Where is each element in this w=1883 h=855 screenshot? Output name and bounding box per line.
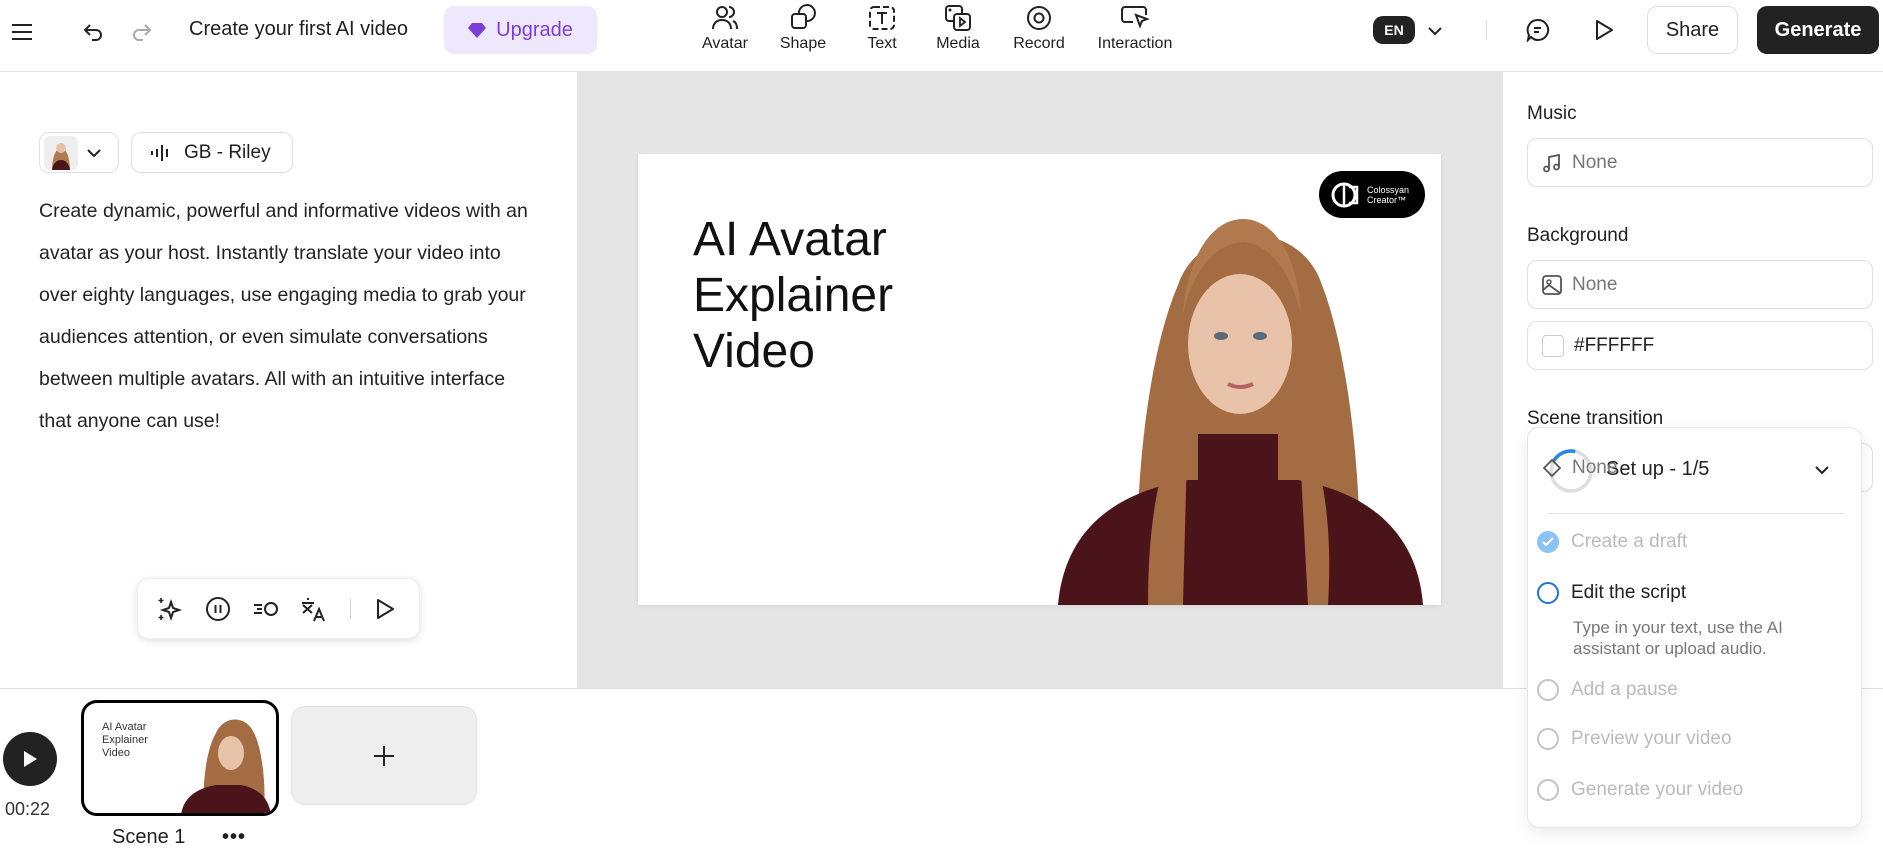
step-description: Type in your text, use the AI assistant … (1573, 617, 1853, 659)
slide-preview[interactable]: AI Avatar Explainer Video Colossyan Crea… (638, 154, 1441, 605)
radio-icon (1537, 679, 1559, 701)
chevron-down-icon[interactable] (1422, 18, 1448, 44)
slide-title-line: Explainer (693, 268, 893, 324)
divider (1547, 513, 1845, 514)
slide-title-line: AI Avatar (693, 212, 893, 268)
translate-icon[interactable] (300, 595, 328, 623)
radio-icon (1537, 779, 1559, 801)
check-icon (1537, 531, 1559, 553)
radio-icon (1537, 728, 1559, 750)
tool-shape[interactable]: Shape (758, 4, 848, 66)
record-icon (1025, 4, 1053, 32)
tool-label: Media (936, 35, 980, 53)
voice-label: GB - Riley (184, 142, 271, 164)
undo-icon[interactable] (80, 18, 108, 46)
preview-play-icon[interactable] (1590, 16, 1618, 44)
step-label: Generate your video (1571, 779, 1743, 801)
play-script-icon[interactable] (371, 595, 399, 623)
thumb-line: AI Avatar (102, 721, 148, 734)
tool-avatar[interactable]: Avatar (680, 4, 770, 66)
pause-icon[interactable] (204, 595, 232, 623)
setup-title: Set up - 1/5 (1606, 458, 1709, 481)
slide-title-line: Video (693, 324, 893, 380)
play-all-button[interactable] (3, 732, 57, 786)
transition-value: None (1572, 457, 1617, 479)
avatar-icon (711, 4, 739, 32)
voice-selector[interactable]: GB - Riley (131, 132, 293, 173)
upgrade-button[interactable]: Upgrade (444, 6, 597, 54)
music-icon (1542, 153, 1562, 173)
shape-icon (789, 4, 817, 32)
step-label: Add a pause (1571, 679, 1678, 701)
chevron-down-icon (86, 148, 102, 158)
music-label: Music (1527, 103, 1577, 125)
thumb-line: Video (102, 747, 148, 760)
play-icon (21, 749, 39, 769)
divider (1486, 20, 1487, 40)
script-text[interactable]: Create dynamic, powerful and informative… (39, 190, 529, 442)
text-icon (868, 4, 896, 32)
thumb-line: Explainer (102, 734, 148, 747)
collapse-chevron-icon[interactable] (1810, 458, 1834, 482)
upgrade-label: Upgrade (496, 19, 573, 42)
tool-record[interactable]: Record (994, 4, 1084, 66)
tool-interaction[interactable]: Interaction (1090, 4, 1180, 66)
background-value: None (1572, 274, 1617, 296)
step-label: Create a draft (1571, 531, 1687, 553)
tool-label: Interaction (1098, 35, 1173, 53)
scene-label: Scene 1 (112, 826, 185, 849)
tool-label: Text (867, 35, 896, 53)
generate-button[interactable]: Generate (1757, 6, 1879, 54)
step-label: Edit the script (1571, 582, 1686, 604)
diamond-icon (468, 22, 486, 38)
scene-more-icon[interactable]: ••• (222, 826, 246, 849)
step-edit-script[interactable]: Edit the script (1537, 582, 1686, 604)
background-label: Background (1527, 225, 1628, 247)
top-bar: Create your first AI video Upgrade Avata… (0, 0, 1883, 72)
share-button[interactable]: Share (1647, 6, 1738, 54)
avatar-thumbnail (44, 136, 78, 170)
media-icon (944, 4, 972, 32)
thumb-avatar (176, 715, 276, 815)
add-scene-button[interactable] (291, 706, 477, 805)
tool-label: Avatar (702, 35, 748, 53)
step-label: Preview your video (1571, 728, 1732, 750)
step-create-draft[interactable]: Create a draft (1537, 531, 1687, 553)
duration: 00:22 (5, 799, 50, 820)
ai-sparkle-icon[interactable] (156, 595, 184, 623)
slide-title[interactable]: AI Avatar Explainer Video (693, 212, 893, 380)
background-media-field[interactable]: None (1527, 260, 1873, 309)
step-preview-video[interactable]: Preview your video (1537, 728, 1732, 750)
tool-media[interactable]: Media (913, 4, 1003, 66)
plus-icon (372, 744, 396, 768)
background-color-field[interactable]: #FFFFFF (1527, 321, 1873, 370)
divider (350, 599, 351, 619)
menu-icon[interactable] (8, 18, 36, 46)
scene-thumbnail[interactable]: AI Avatar Explainer Video (81, 700, 279, 816)
music-value: None (1572, 152, 1617, 174)
interaction-icon (1120, 4, 1150, 32)
avatar-selector[interactable] (39, 132, 119, 173)
avatar-presenter[interactable] (1018, 194, 1438, 605)
step-generate-video[interactable]: Generate your video (1537, 779, 1743, 801)
color-swatch[interactable] (1542, 335, 1564, 357)
step-add-pause[interactable]: Add a pause (1537, 679, 1678, 701)
project-title[interactable]: Create your first AI video (189, 18, 408, 41)
music-field[interactable]: None (1527, 138, 1873, 187)
radio-icon (1537, 582, 1559, 604)
background-color-value: #FFFFFF (1574, 335, 1654, 357)
tool-label: Shape (780, 35, 826, 53)
comment-icon[interactable] (1524, 16, 1552, 44)
redo-icon[interactable] (127, 18, 155, 46)
speed-icon[interactable] (252, 595, 280, 623)
voice-waveform-icon (150, 143, 172, 163)
transition-icon (1542, 458, 1562, 478)
tool-label: Record (1013, 35, 1065, 53)
language-badge[interactable]: EN (1373, 16, 1415, 44)
image-icon (1542, 275, 1562, 295)
script-toolbar (137, 578, 420, 639)
